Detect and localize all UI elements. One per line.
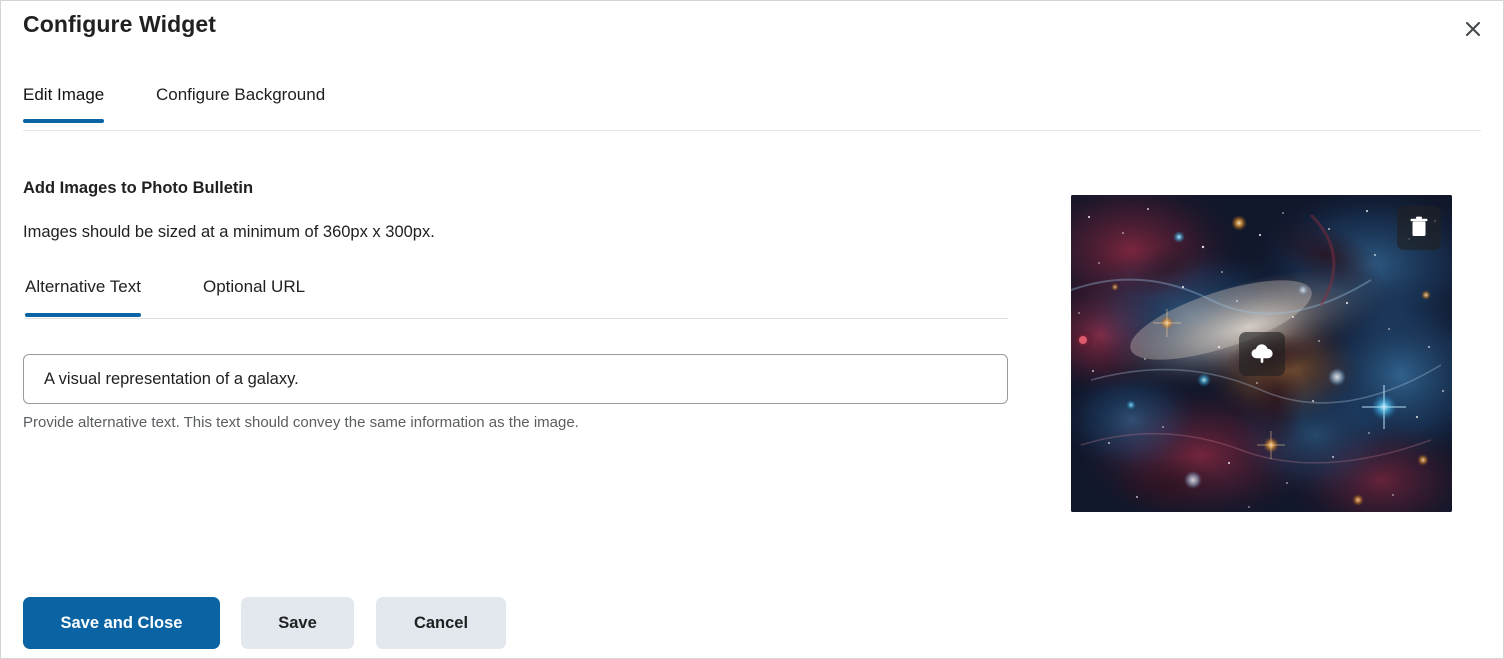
- page-title: Configure Widget: [23, 11, 216, 38]
- trash-icon: [1409, 216, 1429, 241]
- save-button[interactable]: Save: [241, 597, 354, 649]
- tab-alternative-text[interactable]: Alternative Text: [25, 275, 141, 315]
- cancel-button[interactable]: Cancel: [376, 597, 506, 649]
- configure-widget-dialog: Configure Widget Edit Image Configure Ba…: [0, 0, 1504, 659]
- save-and-close-button[interactable]: Save and Close: [23, 597, 220, 649]
- secondary-tab-bar: Alternative Text Optional URL: [1, 275, 1008, 319]
- upload-image-button[interactable]: [1239, 332, 1285, 376]
- dialog-footer: Save and Close Save Cancel: [1, 597, 1503, 659]
- tab-optional-url[interactable]: Optional URL: [203, 275, 305, 315]
- cloud-upload-icon: [1250, 341, 1274, 366]
- tab-edit-image[interactable]: Edit Image: [23, 83, 104, 121]
- primary-tab-bar: Edit Image Configure Background: [1, 83, 1503, 131]
- secondary-tab-divider: [25, 318, 1008, 319]
- section-heading: Add Images to Photo Bulletin: [23, 179, 253, 198]
- close-button[interactable]: [1457, 13, 1489, 45]
- delete-image-button[interactable]: [1397, 206, 1441, 250]
- close-icon: [1463, 19, 1483, 39]
- section-subheading: Images should be sized at a minimum of 3…: [23, 223, 435, 242]
- tab-configure-background[interactable]: Configure Background: [156, 83, 325, 121]
- alt-text-hint: Provide alternative text. This text shou…: [23, 414, 579, 431]
- alt-text-input[interactable]: [23, 354, 1008, 404]
- primary-tab-divider: [23, 130, 1481, 131]
- image-preview: [1071, 195, 1452, 512]
